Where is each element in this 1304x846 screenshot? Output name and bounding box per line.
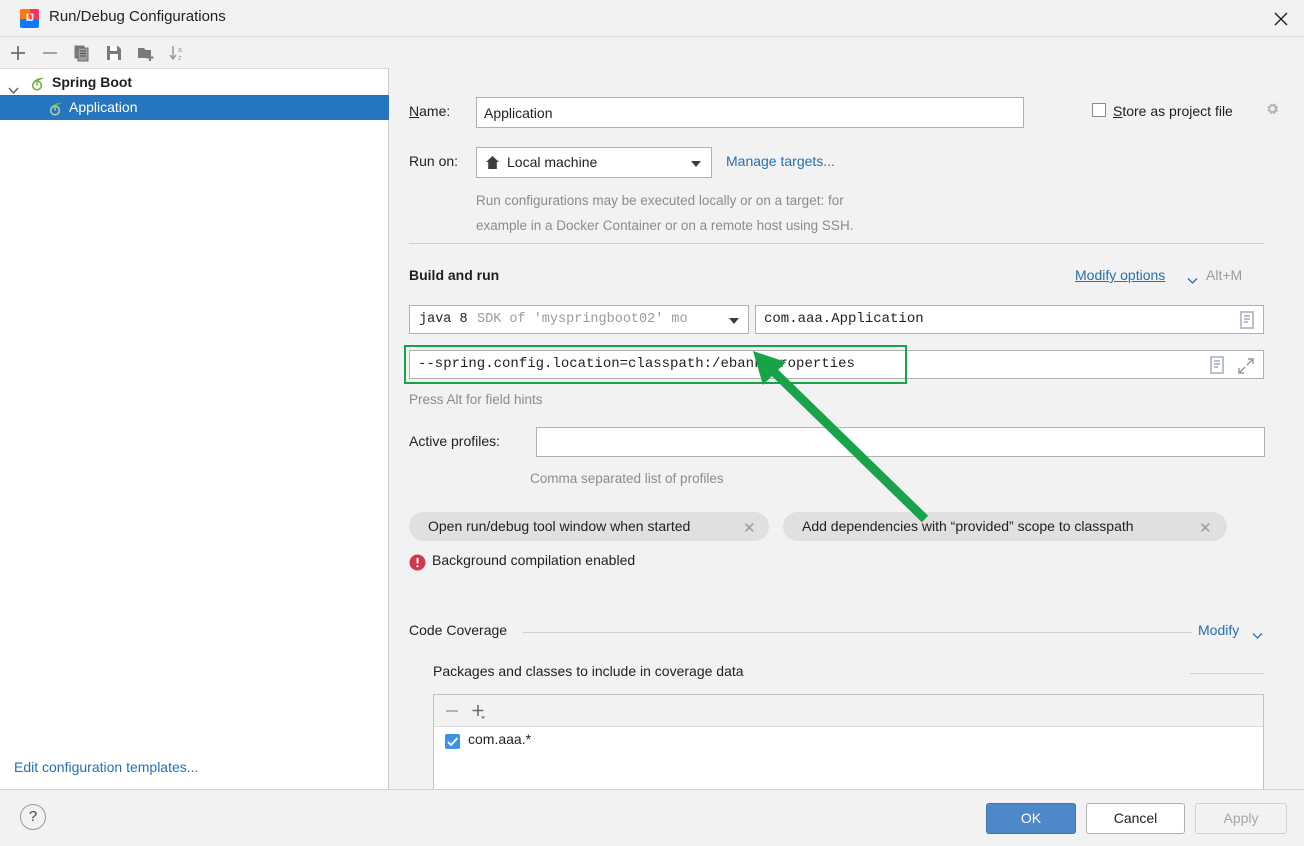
close-icon[interactable]: [1258, 0, 1304, 36]
option-chip-label: Add dependencies with “provided” scope t…: [802, 518, 1134, 534]
section-separator: [523, 632, 1192, 633]
packages-to-include-title: Packages and classes to include in cover…: [433, 663, 744, 679]
coverage-item-label: com.aaa.*: [468, 731, 532, 747]
section-separator: [1190, 673, 1264, 674]
coverage-item-checkbox[interactable]: [445, 734, 460, 749]
tree-item-label: Spring Boot: [52, 74, 133, 90]
store-as-project-file-checkbox[interactable]: [1092, 103, 1106, 117]
sidebar-toolbar: a z: [0, 37, 389, 69]
svg-text:z: z: [178, 55, 182, 62]
class-chooser-icon[interactable]: [1237, 310, 1257, 333]
coverage-packages-panel: com.aaa.*: [433, 694, 1264, 789]
program-arguments-hint: Press Alt for field hints: [409, 392, 543, 407]
coverage-remove-button[interactable]: [444, 703, 460, 722]
page-title: Run/Debug Configurations: [49, 8, 226, 25]
apply-button: Apply: [1195, 803, 1287, 834]
modify-options-shortcut: Alt+M: [1206, 267, 1243, 283]
gear-icon[interactable]: [1264, 101, 1281, 121]
dialog-button-bar: ? OK Cancel Apply: [0, 789, 1304, 846]
edit-configuration-templates-link[interactable]: Edit configuration templates...: [14, 759, 198, 775]
error-icon: [409, 554, 426, 574]
coverage-list-item[interactable]: com.aaa.*: [434, 728, 1263, 756]
intellij-idea-icon: IJ: [20, 9, 39, 28]
chevron-down-icon[interactable]: [1187, 273, 1198, 288]
configuration-form: Name: Store as project file Run on: Loca…: [390, 37, 1304, 789]
option-chip-label: Open run/debug tool window when started: [428, 518, 691, 534]
active-profiles-label: Active profiles:: [409, 433, 501, 449]
remove-configuration-button[interactable]: [38, 41, 62, 65]
run-on-description-line2: example in a Docker Container or on a re…: [476, 218, 854, 233]
run-on-dropdown[interactable]: Local machine: [476, 147, 712, 178]
manage-targets-link[interactable]: Manage targets...: [726, 153, 835, 169]
main-class-field[interactable]: com.aaa.Application: [755, 305, 1264, 334]
ok-button[interactable]: OK: [986, 803, 1076, 834]
chevron-down-icon: [691, 161, 701, 167]
chevron-down-icon[interactable]: [1252, 628, 1263, 643]
coverage-add-button[interactable]: [470, 703, 488, 724]
home-icon: [485, 155, 500, 173]
tree-item-spring-boot[interactable]: Spring Boot: [0, 70, 389, 95]
name-input[interactable]: [476, 97, 1024, 128]
program-arguments-value: --spring.config.location=classpath:/eban…: [418, 356, 855, 372]
coverage-toolbar: [434, 695, 1263, 727]
move-to-folder-button[interactable]: [134, 41, 158, 65]
option-chip-open-tool-window[interactable]: Open run/debug tool window when started …: [409, 512, 769, 541]
insert-macro-icon[interactable]: [1207, 355, 1227, 378]
build-and-run-title: Build and run: [409, 267, 500, 283]
spring-boot-icon: [30, 75, 46, 91]
close-small-icon[interactable]: ✕: [743, 519, 756, 537]
configurations-tree: Spring Boot Application: [0, 70, 389, 120]
tree-item-application[interactable]: Application: [0, 95, 389, 120]
name-label: Name:: [409, 103, 451, 119]
close-small-icon[interactable]: ✕: [1199, 519, 1212, 537]
program-arguments-field[interactable]: --spring.config.location=classpath:/eban…: [409, 350, 1264, 379]
active-profiles-input[interactable]: [536, 427, 1265, 457]
run-on-label: Run on:: [409, 153, 459, 169]
expand-icon[interactable]: [1237, 357, 1255, 378]
configurations-sidebar: a z Spring Boot Application Edit configu…: [0, 37, 389, 789]
spring-boot-icon: [48, 100, 64, 116]
save-configuration-button[interactable]: [102, 41, 126, 65]
copy-configuration-button[interactable]: [70, 41, 94, 65]
section-separator: [409, 243, 1264, 244]
tree-item-label: Application: [69, 99, 138, 115]
run-on-value: Local machine: [507, 154, 598, 170]
jdk-name: java 8: [419, 312, 468, 327]
help-button[interactable]: ?: [20, 804, 46, 830]
active-profiles-hint: Comma separated list of profiles: [530, 471, 724, 486]
sort-configurations-button[interactable]: a z: [166, 41, 190, 65]
modify-options-link[interactable]: Modify options: [1075, 267, 1165, 283]
background-compilation-warning: Background compilation enabled: [432, 552, 636, 568]
svg-text:a: a: [178, 47, 182, 54]
option-chip-add-provided-dependencies[interactable]: Add dependencies with “provided” scope t…: [783, 512, 1227, 541]
jdk-dropdown[interactable]: java 8 SDK of 'myspringboot02' mo: [409, 305, 749, 334]
jdk-module: SDK of 'myspringboot02' mo: [477, 312, 688, 327]
run-on-description-line1: Run configurations may be executed local…: [476, 193, 844, 208]
code-coverage-title: Code Coverage: [409, 622, 508, 638]
cancel-button[interactable]: Cancel: [1086, 803, 1185, 834]
chevron-down-icon: [729, 318, 739, 324]
store-as-project-file-label: Store as project file: [1113, 103, 1233, 119]
main-class-value: com.aaa.Application: [764, 311, 924, 327]
code-coverage-modify-link[interactable]: Modify: [1198, 622, 1239, 638]
window-title-bar: IJ Run/Debug Configurations: [0, 0, 1304, 37]
add-configuration-button[interactable]: [6, 41, 30, 65]
